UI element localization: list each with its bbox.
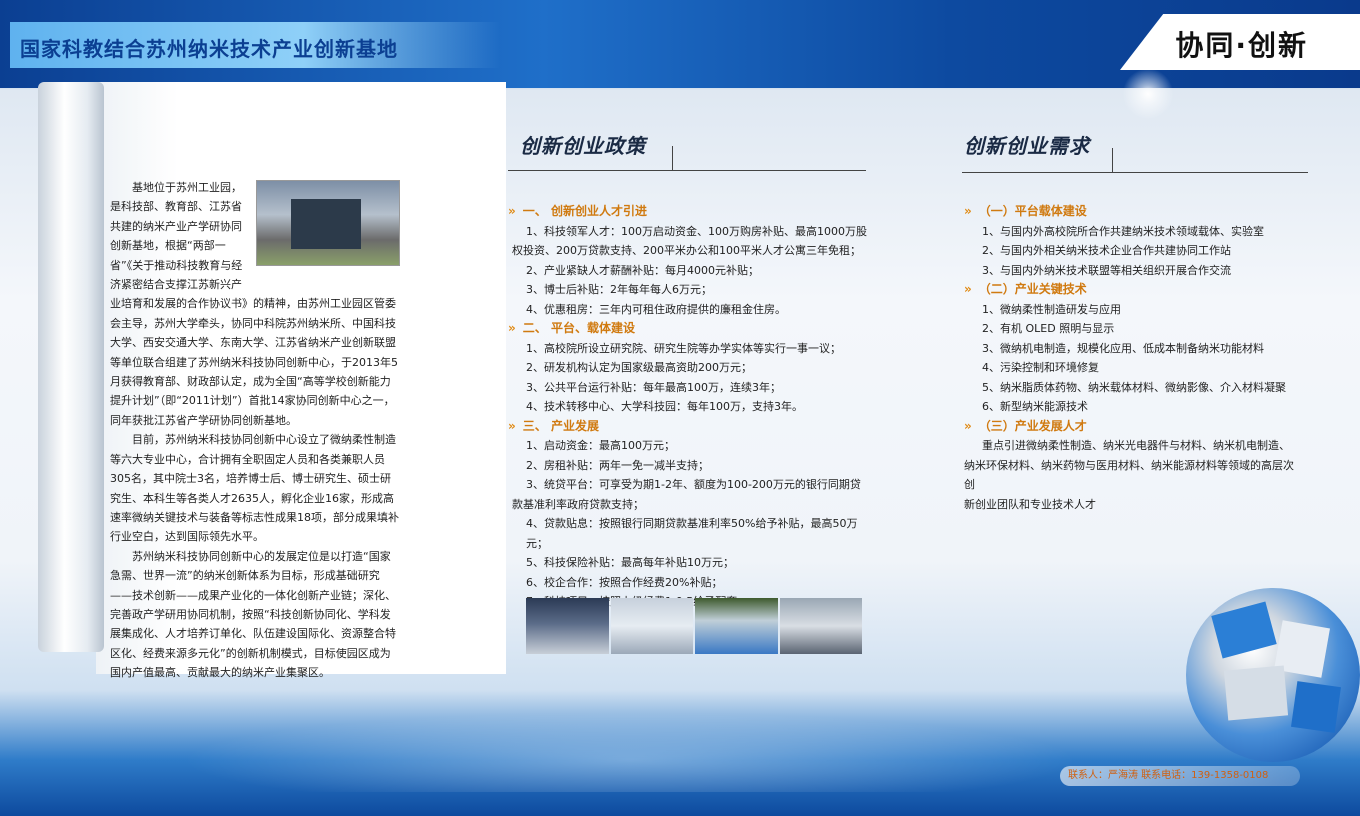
policy-item: 权投资、200万贷款支持、200平米办公和100平米人才公寓三年免租；: [512, 244, 861, 257]
demand-item: 2、与国内外相关纳米技术企业合作共建协同工作站: [982, 244, 1231, 257]
demand-title: 创新创业需求: [964, 134, 1090, 158]
globe-tile: [1223, 665, 1289, 721]
double-chevron-icon: »: [508, 321, 516, 335]
facility-photo: [526, 598, 609, 654]
policy-title-tick: [672, 146, 673, 170]
demand-item: 1、与国内外高校院所合作共建纳米技术领域载体、实验室: [982, 224, 1264, 238]
demand-item: 3、与国内外纳米技术联盟等相关组织开展合作交流: [982, 263, 1231, 277]
contact-info: 联系人：严海涛 联系电话：139-1358-0108: [1060, 766, 1300, 786]
facility-photo: [610, 598, 693, 654]
intro-text: 基地位于苏州工业园，是科技部、教育部、江苏省共建的纳米产业产学研协同创新基地，根…: [110, 178, 400, 683]
scroll-roll: [38, 82, 104, 652]
policy-item: 款基准利率政府贷款支持；: [512, 497, 644, 511]
policy-item: 3、统贷平台：可享受为期1-2年、额度为100-200万元的银行同期贷: [526, 478, 861, 491]
demand-title-tick: [1112, 148, 1113, 172]
demand-item: 纳米环保材料、纳米药物与医用材料、纳米能源材料等领域的高层次创: [964, 458, 1294, 492]
double-chevron-icon: »: [508, 418, 516, 433]
brochure-page: 国家科教结合苏州纳米技术产业创新基地 协同·创新 基地位于苏州工业园，是科技部、…: [0, 0, 1360, 816]
intro-paragraph-3: 苏州纳米科技协同创新中心的发展定位是以打造“国家急需、世界一流”的纳米创新体系为…: [110, 549, 396, 680]
demand-item: 1、微纳柔性制造研发与应用: [982, 302, 1121, 316]
policy-item: 1、高校院所设立研究院、研究生院等办学实体等实行一事一议；: [526, 341, 841, 355]
intro-paragraph-2: 目前，苏州纳米科技协同创新中心设立了微纳柔性制造等六大专业中心，合计拥有全职固定…: [110, 433, 399, 544]
demand-item: 5、纳米脂质体药物、纳米载体材料、微纳影像、介入材料凝聚: [982, 380, 1286, 394]
facility-photo: [779, 598, 862, 654]
double-chevron-icon: »: [964, 418, 972, 433]
policy-item: 5、科技保险补贴：最高每年补贴10万元；: [526, 556, 734, 569]
policy-item: 4、贷款贴息：按照银行同期贷款基准利率50%给予补贴，最高50万元；: [526, 517, 858, 550]
policy-item: 2、房租补贴：两年一免一减半支持；: [526, 458, 709, 472]
policy-title-rule: [508, 170, 866, 171]
double-chevron-icon: »: [508, 204, 516, 218]
demand-item: 新创业团队和专业技术人才: [964, 497, 1096, 511]
policy-heading-3: » 三、 产业发展: [508, 418, 599, 433]
policy-heading-2: » 二、 平台、载体建设: [508, 321, 635, 335]
policy-column: » 一、 创新创业人才引进 1、科技领军人才：100万启动资金、100万购房补贴、…: [508, 202, 868, 612]
policy-item: 3、公共平台运行补贴：每年最高100万，连续3年；: [526, 380, 781, 394]
page-title: 国家科教结合苏州纳米技术产业创新基地: [20, 37, 398, 61]
demand-item: 重点引进微纳柔性制造、纳米光电器件与材料、纳米机电制造、: [982, 439, 1290, 452]
policy-item: 4、优惠租房：三年内可租住政府提供的廉租金住房。: [526, 302, 786, 316]
globe-tile: [1211, 601, 1277, 659]
policy-title: 创新创业政策: [520, 134, 646, 158]
demand-heading-3: » （三）产业发展人才: [964, 418, 1087, 433]
demand-title-rule: [962, 172, 1308, 173]
sparkle-icon: [1118, 64, 1178, 124]
policy-item: 4、技术转移中心、大学科技园：每年100万，支持3年。: [526, 400, 803, 413]
policy-item: 3、博士后补贴：2年每年每人6万元；: [526, 283, 712, 296]
double-chevron-icon: »: [964, 282, 972, 296]
demand-heading-2: » （二）产业关键技术: [964, 282, 1087, 296]
demand-item: 3、微纳机电制造，规模化应用、低成本制备纳米功能材料: [982, 341, 1264, 355]
demand-column: » （一）平台载体建设 1、与国内外高校院所合作共建纳米技术领域载体、实验室 2、…: [964, 202, 1304, 514]
slogan: 协同·创新: [1175, 29, 1308, 62]
double-chevron-icon: »: [964, 204, 972, 218]
policy-item: 1、启动资金：最高100万元；: [526, 439, 675, 452]
demand-item: 6、新型纳米能源技术: [982, 400, 1088, 413]
globe-tile: [1291, 681, 1341, 733]
policy-item: 1、科技领军人才：100万启动资金、100万购房补贴、最高1000万股: [526, 224, 867, 238]
policy-item: 2、产业紧缺人才薪酬补贴：每月4000元补贴；: [526, 263, 759, 277]
globe-icon: [1186, 588, 1360, 762]
policy-heading-1: » 一、 创新创业人才引进: [508, 204, 647, 218]
facility-photo: [695, 598, 778, 654]
demand-item: 4、污染控制和环境修复: [982, 361, 1099, 374]
policy-item: 6、校企合作：按照合作经费20%补贴；: [526, 575, 723, 589]
demand-heading-1: » （一）平台载体建设: [964, 204, 1087, 218]
demand-item: 2、有机 OLED 照明与显示: [982, 322, 1115, 335]
facility-photo-strip: [526, 598, 862, 654]
policy-item: 2、研发机构认定为国家级最高资助200万元；: [526, 361, 752, 374]
photo-spacer: [252, 178, 400, 294]
world-map-decoration: [180, 712, 1080, 792]
